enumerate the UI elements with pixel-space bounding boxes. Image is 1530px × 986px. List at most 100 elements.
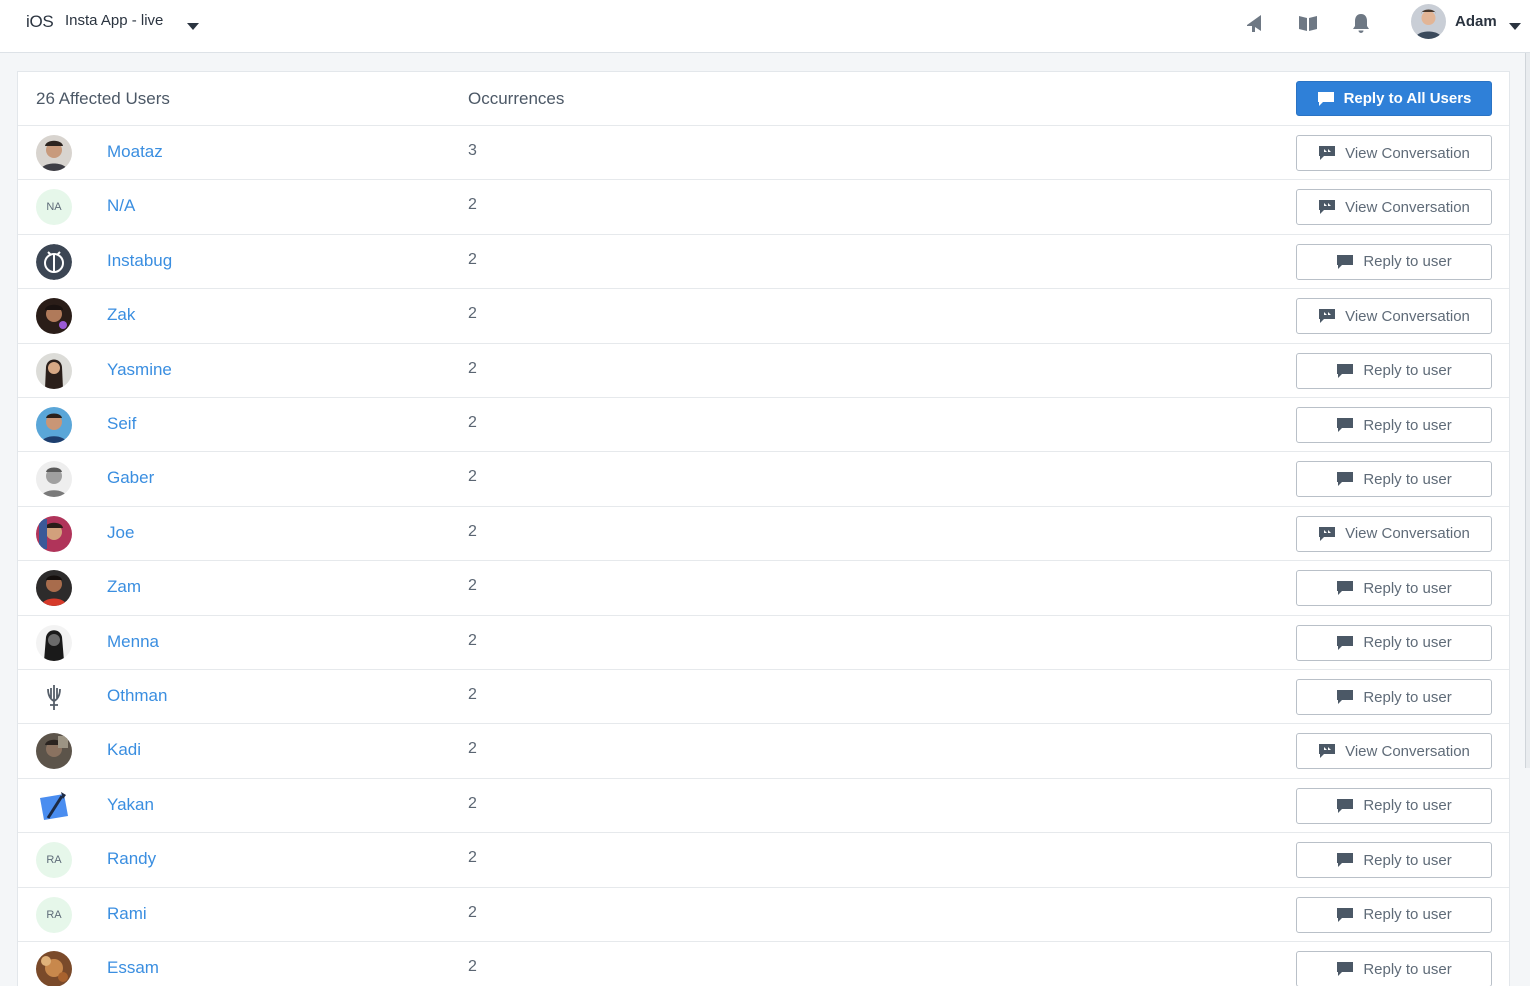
table-row: Moataz 3 View Conversation [18,126,1509,181]
reply-to-all-users-button[interactable]: Reply to All Users [1296,81,1492,116]
user-name-link[interactable]: Zam [107,577,141,597]
action-label: View Conversation [1345,198,1470,216]
app-selector[interactable]: Insta App - live [65,12,163,29]
user-name-link[interactable]: Kadi [107,740,141,760]
chat-icon [1337,363,1354,378]
user-photo-avatar [36,407,72,443]
avatar-initials: RA [46,854,62,867]
chat-icon [1337,853,1354,868]
action-label: Reply to user [1363,960,1452,978]
occurrence-count: 2 [468,903,477,921]
action-label: Reply to user [1363,470,1452,488]
action-label: View Conversation [1345,742,1470,760]
user-photo-avatar [36,733,72,770]
user-photo-avatar [36,461,72,498]
reply-to-user-button[interactable]: Reply to user [1296,243,1492,280]
conversation-icon [1319,200,1336,215]
docs-book-icon[interactable] [1297,12,1319,34]
reply-to-user-button[interactable]: Reply to user [1296,407,1492,443]
view-conversation-button[interactable]: View Conversation [1296,733,1492,770]
user-avatar[interactable] [1411,4,1446,39]
announcement-icon[interactable] [1244,12,1266,34]
notifications-bell-icon[interactable] [1350,12,1372,34]
occurrence-count: 2 [468,631,477,649]
chevron-down-icon[interactable] [1508,18,1522,36]
user-name-link[interactable]: Othman [107,686,167,706]
user-name[interactable]: Adam [1455,13,1497,30]
action-label: Reply to user [1363,851,1452,869]
user-name-link[interactable]: Seif [107,414,136,434]
occurrence-count: 2 [468,794,477,812]
user-photo-avatar [36,515,72,552]
table-row: Menna 2 Reply to user [18,616,1509,670]
top-navigation-bar: iOS Insta App - live Adam [0,0,1530,53]
user-name-link[interactable]: Instabug [107,251,172,271]
table-row: Yasmine 2 Reply to user [18,344,1509,398]
occurrence-count: 2 [468,305,477,323]
table-row: RA Rami 2 Reply to user [18,888,1509,942]
user-name-link[interactable]: Yasmine [107,360,172,380]
user-photo-avatar [36,570,72,607]
user-photo-avatar [36,951,72,986]
reply-to-user-button[interactable]: Reply to user [1296,352,1492,389]
occurrence-count: 2 [468,196,477,214]
view-conversation-button[interactable]: View Conversation [1296,298,1492,335]
affected-users-count: 26 Affected Users [36,89,170,108]
avatar-initials: NA [46,201,62,214]
chat-icon [1317,91,1334,106]
reply-to-user-button[interactable]: Reply to user [1296,787,1492,824]
view-conversation-button[interactable]: View Conversation [1296,189,1492,226]
user-name-link[interactable]: Gaber [107,468,154,488]
reply-to-user-button[interactable]: Reply to user [1296,461,1492,498]
table-row: Zam 2 Reply to user [18,561,1509,616]
reply-to-user-button[interactable]: Reply to user [1296,842,1492,879]
chat-icon [1337,798,1354,813]
user-name-link[interactable]: Rami [107,904,147,924]
user-name-link[interactable]: N/A [107,196,135,216]
action-label: Reply to user [1363,579,1452,597]
table-row: Gaber 2 Reply to user [18,452,1509,507]
table-row: Othman 2 Reply to user [18,670,1509,725]
affected-users-panel: 26 Affected Users Occurrences Reply to A… [17,71,1510,986]
reply-to-user-button[interactable]: Reply to user [1296,570,1492,607]
view-conversation-button[interactable]: View Conversation [1296,515,1492,552]
avatar-initials: RA [46,908,62,921]
reply-to-user-button[interactable]: Reply to user [1296,679,1492,715]
reply-to-user-button[interactable]: Reply to user [1296,896,1492,933]
user-logo-avatar [36,788,72,824]
chevron-down-icon[interactable] [186,18,200,36]
occurrence-count: 2 [468,250,477,268]
reply-to-user-button[interactable]: Reply to user [1296,951,1492,986]
action-label: Reply to user [1363,362,1452,380]
chat-icon [1337,690,1354,704]
conversation-icon [1319,146,1336,160]
table-header: 26 Affected Users Occurrences Reply to A… [18,72,1509,126]
action-label: Reply to user [1363,906,1452,924]
conversation-icon [1319,744,1336,759]
action-label: Reply to user [1363,634,1452,652]
table-row: Essam 2 Reply to user [18,942,1509,986]
view-conversation-button[interactable]: View Conversation [1296,135,1492,171]
occurrence-count: 2 [468,849,477,867]
user-photo-avatar [36,135,72,171]
action-label: Reply to user [1363,253,1452,271]
table-row: Yakan 2 Reply to user [18,779,1509,834]
user-logo-avatar [36,243,72,280]
user-name-link[interactable]: Zak [107,305,135,325]
user-name-link[interactable]: Yakan [107,795,154,815]
user-name-link[interactable]: Menna [107,632,159,652]
user-name-link[interactable]: Joe [107,523,134,543]
user-name-link[interactable]: Moataz [107,142,163,162]
reply-to-all-users-label: Reply to All Users [1343,90,1472,107]
occurrence-count: 2 [468,359,477,377]
occurrence-count: 2 [468,686,477,703]
user-name-link[interactable]: Essam [107,958,159,978]
chat-icon [1337,581,1354,596]
user-photo-avatar [36,352,72,389]
reply-to-user-button[interactable]: Reply to user [1296,624,1492,661]
table-row: NA N/A 2 View Conversation [18,180,1509,235]
action-label: Reply to user [1363,416,1452,434]
action-label: View Conversation [1345,307,1470,325]
scrollbar[interactable] [1525,53,1530,768]
user-name-link[interactable]: Randy [107,849,156,869]
